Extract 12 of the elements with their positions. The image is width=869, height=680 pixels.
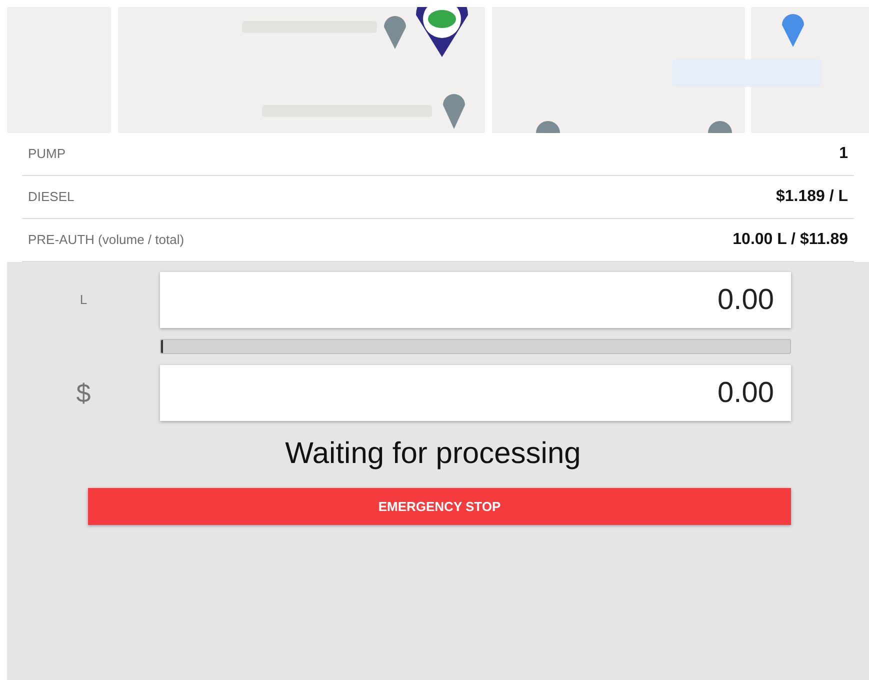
status-text: Waiting for processing [285, 436, 581, 472]
detail-value: $1.189 / L [776, 187, 848, 207]
unit-label: L [80, 291, 88, 310]
detail-label: PUMP [28, 145, 66, 164]
detail-label: PRE-AUTH (volume / total) [28, 231, 184, 250]
detail-value: 1 [839, 144, 848, 164]
detail-label: DIESEL [28, 188, 74, 206]
amount-field[interactable]: 0.00 [160, 365, 791, 421]
volume-field[interactable]: 0.00 [160, 272, 791, 328]
detail-value: 10.00 L / $11.89 [732, 230, 848, 250]
unit-label: $ [76, 376, 91, 410]
emergency-stop-button[interactable]: EMERGENCY STOP [88, 488, 791, 525]
